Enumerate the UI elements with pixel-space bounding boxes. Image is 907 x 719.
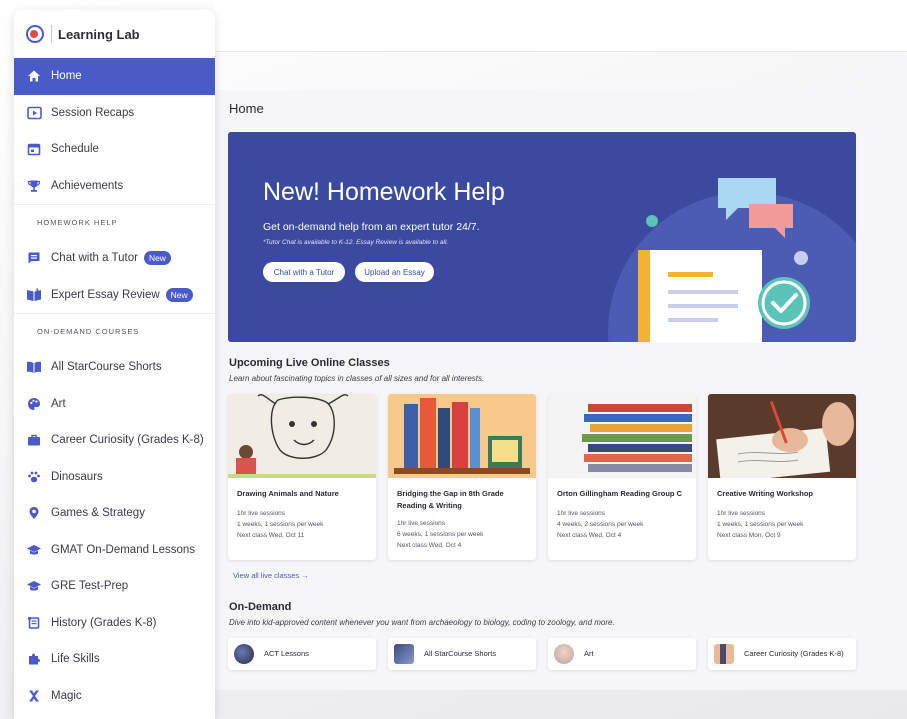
on-demand-title: On-Demand bbox=[229, 601, 292, 613]
class-meta: 1hr live sessions 1 weeks, 1 sessions pe… bbox=[717, 510, 804, 539]
sidebar-item-label: Dinosaurs bbox=[51, 470, 103, 483]
book-icon bbox=[26, 287, 42, 303]
on-demand-item-starcourse-shorts[interactable]: All StarCourse Shorts bbox=[388, 638, 536, 670]
class-card-bridging-the-gap[interactable]: Bridging the Gap in 8th Grade Reading & … bbox=[388, 394, 536, 560]
logo-icon bbox=[25, 24, 45, 44]
play-icon bbox=[26, 105, 42, 121]
class-thumbnail bbox=[228, 394, 376, 478]
class-title: Creative Writing Workshop bbox=[717, 489, 813, 498]
on-demand-item-label: Art bbox=[584, 649, 594, 658]
brand-name: Learning Lab bbox=[58, 26, 140, 42]
on-demand-item-label: ACT Lessons bbox=[264, 649, 309, 658]
on-demand-description: Dive into kid-approved content whenever … bbox=[229, 618, 615, 627]
act-thumbnail bbox=[234, 644, 254, 664]
graduation-cap-icon bbox=[26, 578, 42, 594]
sidebar-item-label: GRE Test-Prep bbox=[51, 580, 129, 593]
brand: Learning Lab bbox=[14, 10, 215, 58]
sidebar-item-all-starcourse-shorts[interactable]: All StarCourse Shorts bbox=[14, 349, 215, 386]
hero-title: New! Homework Help bbox=[263, 178, 505, 206]
calendar-icon bbox=[26, 141, 42, 157]
section-label-homework-help: HOMEWORK HELP bbox=[14, 204, 215, 240]
on-demand-item-act[interactable]: ACT Lessons bbox=[228, 638, 376, 670]
page-title: Home bbox=[229, 101, 264, 116]
sidebar-item-label: Magic bbox=[51, 689, 82, 702]
sidebar-item-label: Schedule bbox=[51, 143, 99, 156]
sidebar: Learning Lab Home Session Recaps Schedul… bbox=[14, 10, 215, 719]
sidebar-item-chat-with-tutor[interactable]: Chat with a Tutor New bbox=[14, 240, 215, 277]
sidebar-item-magic[interactable]: Magic bbox=[14, 678, 215, 715]
open-book-icon bbox=[26, 359, 42, 375]
on-demand-item-career-curiosity[interactable]: Career Curiosity (Grades K-8) bbox=[708, 638, 856, 670]
puzzle-icon bbox=[26, 651, 42, 667]
class-card-drawing[interactable]: Drawing Animals and Nature 1hr live sess… bbox=[228, 394, 376, 560]
scroll-icon bbox=[26, 615, 42, 631]
class-meta: 1hr live sessions 1 weeks, 1 sessions pe… bbox=[237, 510, 324, 539]
paw-icon bbox=[26, 469, 42, 485]
starcourse-thumbnail bbox=[394, 644, 414, 664]
trophy-icon bbox=[26, 178, 42, 194]
live-classes-description: Learn about fascinating topics in classe… bbox=[229, 374, 485, 383]
class-title: Orton Gillingham Reading Group C bbox=[557, 489, 682, 498]
palette-icon bbox=[26, 396, 42, 412]
homework-help-banner: New! Homework Help Get on-demand help fr… bbox=[228, 132, 856, 342]
homework-illustration bbox=[608, 178, 856, 342]
home-icon bbox=[26, 68, 42, 84]
hero-subtitle: Get on-demand help from an expert tutor … bbox=[263, 221, 480, 233]
sidebar-item-label: Chat with a Tutor bbox=[51, 252, 138, 265]
section-label-on-demand-courses: ON-DEMAND COURSES bbox=[14, 313, 215, 349]
sidebar-item-label: Achievements bbox=[51, 179, 124, 192]
sidebar-item-gre-test-prep[interactable]: GRE Test-Prep bbox=[14, 568, 215, 605]
sidebar-item-label: Session Recaps bbox=[51, 106, 135, 119]
class-card-creative-writing[interactable]: Creative Writing Workshop 1hr live sessi… bbox=[708, 394, 856, 560]
briefcase-icon bbox=[26, 432, 42, 448]
class-meta: 1hr live sessions 4 weeks, 2 sessions pe… bbox=[557, 510, 644, 539]
on-demand-item-art[interactable]: Art bbox=[548, 638, 696, 670]
class-title: Bridging the Gap in 8th Grade Reading & … bbox=[397, 489, 504, 510]
on-demand-item-label: Career Curiosity (Grades K-8) bbox=[744, 649, 844, 658]
view-all-live-classes-link[interactable]: View all live classes → bbox=[233, 571, 309, 580]
new-badge: New bbox=[143, 251, 171, 266]
new-badge: New bbox=[165, 287, 193, 302]
class-card-orton-gillingham[interactable]: Orton Gillingham Reading Group C 1hr liv… bbox=[548, 394, 696, 560]
sidebar-item-career-curiosity[interactable]: Career Curiosity (Grades K-8) bbox=[14, 422, 215, 459]
sidebar-item-history[interactable]: History (Grades K-8) bbox=[14, 605, 215, 642]
sidebar-item-dinosaurs[interactable]: Dinosaurs bbox=[14, 459, 215, 496]
sidebar-item-achievements[interactable]: Achievements bbox=[14, 168, 215, 205]
class-thumbnail bbox=[548, 394, 696, 478]
sidebar-item-label: Home bbox=[51, 70, 82, 83]
sidebar-item-art[interactable]: Art bbox=[14, 386, 215, 423]
sidebar-item-label: GMAT On-Demand Lessons bbox=[51, 543, 196, 556]
sidebar-item-home[interactable]: Home bbox=[14, 58, 215, 95]
sidebar-item-label: All StarCourse Shorts bbox=[51, 361, 162, 374]
pin-icon bbox=[26, 505, 42, 521]
sidebar-item-session-recaps[interactable]: Session Recaps bbox=[14, 95, 215, 132]
class-title: Drawing Animals and Nature bbox=[237, 489, 339, 498]
art-thumbnail bbox=[554, 644, 574, 664]
on-demand-item-label: All StarCourse Shorts bbox=[424, 649, 497, 658]
sidebar-item-life-skills[interactable]: Life Skills bbox=[14, 641, 215, 678]
class-meta: 1hr live sessions 6 weeks, 1 sessions pe… bbox=[397, 520, 484, 549]
sidebar-item-label: Expert Essay Review bbox=[51, 288, 160, 301]
sidebar-item-expert-essay-review[interactable]: Expert Essay Review New bbox=[14, 277, 215, 314]
sidebar-item-label: Games & Strategy bbox=[51, 507, 145, 520]
class-thumbnail bbox=[388, 394, 536, 478]
sidebar-item-gmat-on-demand[interactable]: GMAT On-Demand Lessons bbox=[14, 532, 215, 569]
upload-essay-button[interactable]: Upload an Essay bbox=[355, 262, 434, 282]
magic-icon bbox=[26, 688, 42, 704]
career-thumbnail bbox=[714, 644, 734, 664]
class-thumbnail bbox=[708, 394, 856, 478]
chat-with-tutor-button[interactable]: Chat with a Tutor bbox=[263, 262, 345, 282]
graduation-cap-icon bbox=[26, 542, 42, 558]
sidebar-item-games-strategy[interactable]: Games & Strategy bbox=[14, 495, 215, 532]
live-classes-title: Upcoming Live Online Classes bbox=[229, 357, 390, 369]
chat-icon bbox=[26, 250, 42, 266]
sidebar-item-label: Art bbox=[51, 397, 66, 410]
top-bar bbox=[214, 0, 907, 52]
sidebar-item-label: Career Curiosity (Grades K-8) bbox=[51, 434, 204, 447]
logo-divider bbox=[51, 25, 52, 43]
sidebar-item-label: Life Skills bbox=[51, 653, 100, 666]
sidebar-item-schedule[interactable]: Schedule bbox=[14, 131, 215, 168]
sidebar-item-label: History (Grades K-8) bbox=[51, 616, 157, 629]
hero-note: *Tutor Chat is available to K-12. Essay … bbox=[263, 239, 449, 246]
